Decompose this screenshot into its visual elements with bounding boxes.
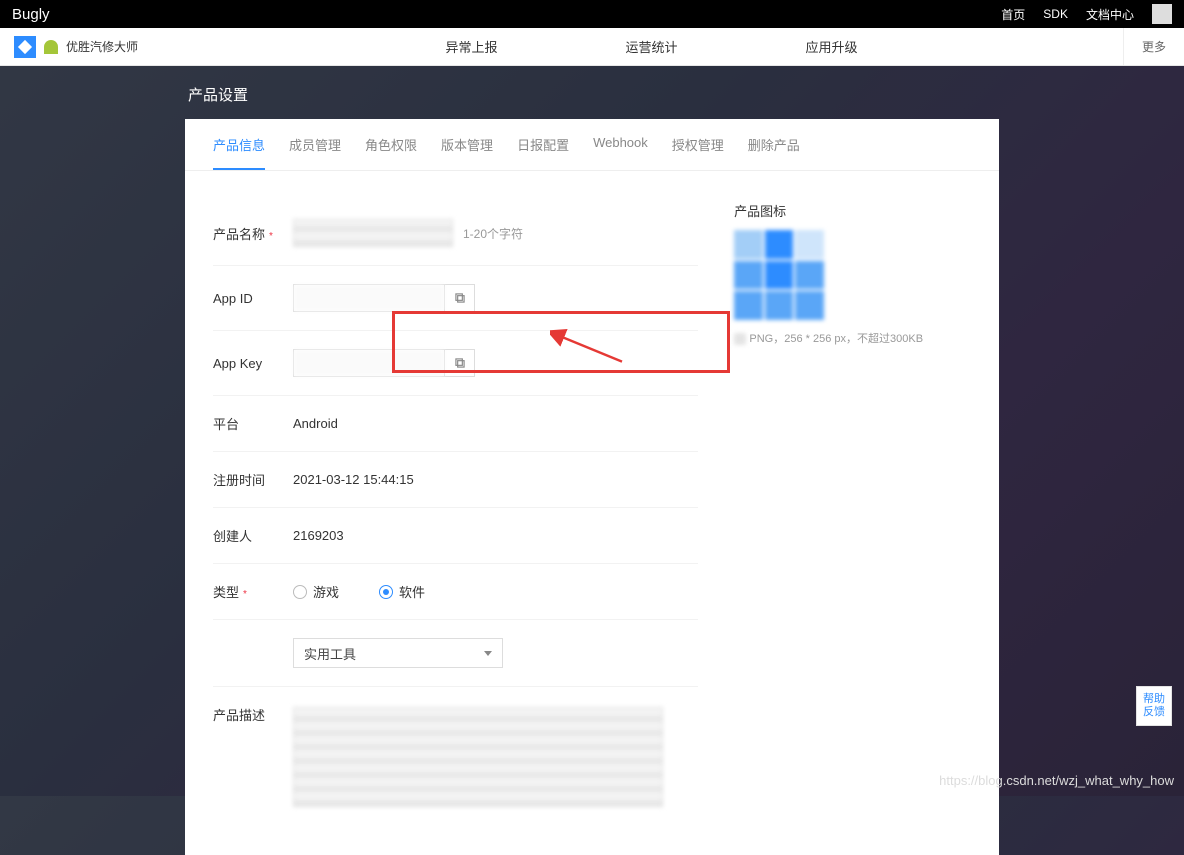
radio-software-label: 软件	[399, 582, 425, 601]
app-name[interactable]: 优胜汽修大师	[66, 38, 138, 55]
brand-logo[interactable]: Bugly	[12, 6, 1001, 23]
nav-upgrade[interactable]: 应用升级	[802, 29, 862, 64]
tab-roles[interactable]: 角色权限	[365, 135, 417, 170]
top-link-sdk[interactable]: SDK	[1043, 7, 1068, 21]
copy-app-key-button[interactable]	[444, 350, 474, 376]
top-link-docs[interactable]: 文档中心	[1086, 6, 1134, 23]
nav-more[interactable]: 更多	[1123, 28, 1184, 65]
label-type: 类型*	[213, 582, 293, 601]
product-name-hint: 1-20个字符	[463, 225, 523, 242]
tab-versions[interactable]: 版本管理	[441, 135, 493, 170]
label-description: 产品描述	[213, 705, 293, 724]
label-register-time: 注册时间	[213, 470, 293, 489]
radio-software[interactable]: 软件	[379, 582, 425, 601]
label-platform: 平台	[213, 414, 293, 433]
nav-stats[interactable]: 运营统计	[621, 29, 681, 64]
app-id-value	[294, 285, 444, 311]
android-icon	[44, 40, 58, 54]
copy-app-id-button[interactable]	[444, 285, 474, 311]
chevron-down-icon	[484, 651, 492, 656]
top-link-home[interactable]: 首页	[1001, 6, 1025, 23]
app-key-value	[294, 350, 444, 376]
app-logo-icon	[14, 36, 36, 58]
register-time-value: 2021-03-12 15:44:15	[293, 472, 414, 487]
copy-icon	[453, 356, 467, 370]
tab-delete[interactable]: 删除产品	[748, 135, 800, 170]
category-value: 实用工具	[304, 644, 356, 663]
tab-members[interactable]: 成员管理	[289, 135, 341, 170]
product-icon-preview[interactable]	[734, 230, 824, 320]
label-creator: 创建人	[213, 526, 293, 545]
copy-icon	[453, 291, 467, 305]
avatar[interactable]	[1152, 4, 1172, 24]
nav-crash-report[interactable]: 异常上报	[441, 29, 501, 64]
description-textarea[interactable]	[293, 707, 663, 807]
tab-auth[interactable]: 授权管理	[672, 135, 724, 170]
label-app-key: App Key	[213, 356, 293, 371]
radio-game-label: 游戏	[313, 582, 339, 601]
icon-hint: PNG，256 * 256 px，不超过300KB	[734, 330, 971, 346]
watermark: https://blog.csdn.net/wzj_what_why_how	[939, 773, 1174, 788]
tab-product-info[interactable]: 产品信息	[213, 135, 265, 170]
category-select[interactable]: 实用工具	[293, 638, 503, 668]
page-title: 产品设置	[0, 66, 1184, 119]
label-app-id: App ID	[213, 291, 293, 306]
product-name-input[interactable]	[293, 219, 453, 247]
platform-value: Android	[293, 416, 338, 431]
icon-section-title: 产品图标	[734, 201, 971, 220]
creator-value: 2169203	[293, 528, 344, 543]
tab-webhook[interactable]: Webhook	[593, 135, 648, 170]
radio-game[interactable]: 游戏	[293, 582, 339, 601]
tab-daily-report[interactable]: 日报配置	[517, 135, 569, 170]
label-product-name: 产品名称*	[213, 224, 293, 243]
help-feedback-button[interactable]: 帮助 反馈	[1136, 686, 1172, 726]
